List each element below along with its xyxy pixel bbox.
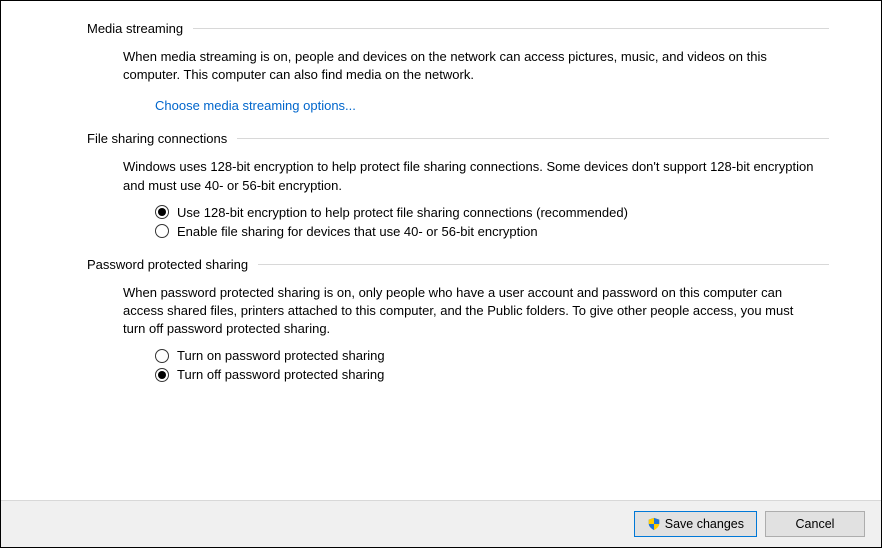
cancel-button-label: Cancel	[796, 517, 835, 531]
section-body: When password protected sharing is on, o…	[89, 284, 829, 383]
divider	[193, 28, 829, 29]
divider	[258, 264, 829, 265]
radio-password-off[interactable]: Turn off password protected sharing	[155, 367, 819, 382]
radio-label: Use 128-bit encryption to help protect f…	[177, 205, 628, 220]
media-description: When media streaming is on, people and d…	[123, 48, 819, 84]
save-changes-button[interactable]: Save changes	[634, 511, 757, 537]
cancel-button[interactable]: Cancel	[765, 511, 865, 537]
radio-icon	[155, 224, 169, 238]
radio-label: Enable file sharing for devices that use…	[177, 224, 538, 239]
section-header: Media streaming	[87, 21, 829, 36]
filesharing-description: Windows uses 128-bit encryption to help …	[123, 158, 819, 194]
radio-label: Turn on password protected sharing	[177, 348, 385, 363]
choose-media-streaming-link[interactable]: Choose media streaming options...	[155, 98, 356, 113]
radio-icon	[155, 349, 169, 363]
section-body: When media streaming is on, people and d…	[89, 48, 829, 113]
radio-128bit[interactable]: Use 128-bit encryption to help protect f…	[155, 205, 819, 220]
section-header: Password protected sharing	[87, 257, 829, 272]
radio-label: Turn off password protected sharing	[177, 367, 384, 382]
radio-icon	[155, 205, 169, 219]
password-description: When password protected sharing is on, o…	[123, 284, 819, 339]
radio-40-56bit[interactable]: Enable file sharing for devices that use…	[155, 224, 819, 239]
section-title: Password protected sharing	[87, 257, 248, 272]
radio-icon	[155, 368, 169, 382]
link-row: Choose media streaming options...	[123, 98, 819, 113]
encryption-radio-group: Use 128-bit encryption to help protect f…	[123, 205, 819, 239]
section-title: File sharing connections	[87, 131, 227, 146]
settings-content: Media streaming When media streaming is …	[1, 1, 881, 500]
save-button-label: Save changes	[665, 517, 744, 531]
section-media-streaming: Media streaming When media streaming is …	[89, 21, 829, 113]
section-file-sharing: File sharing connections Windows uses 12…	[89, 131, 829, 238]
section-body: Windows uses 128-bit encryption to help …	[89, 158, 829, 238]
radio-password-on[interactable]: Turn on password protected sharing	[155, 348, 819, 363]
divider	[237, 138, 829, 139]
section-title: Media streaming	[87, 21, 183, 36]
section-header: File sharing connections	[87, 131, 829, 146]
password-radio-group: Turn on password protected sharing Turn …	[123, 348, 819, 382]
uac-shield-icon	[647, 517, 661, 531]
section-password-sharing: Password protected sharing When password…	[89, 257, 829, 383]
footer-bar: Save changes Cancel	[1, 500, 881, 547]
